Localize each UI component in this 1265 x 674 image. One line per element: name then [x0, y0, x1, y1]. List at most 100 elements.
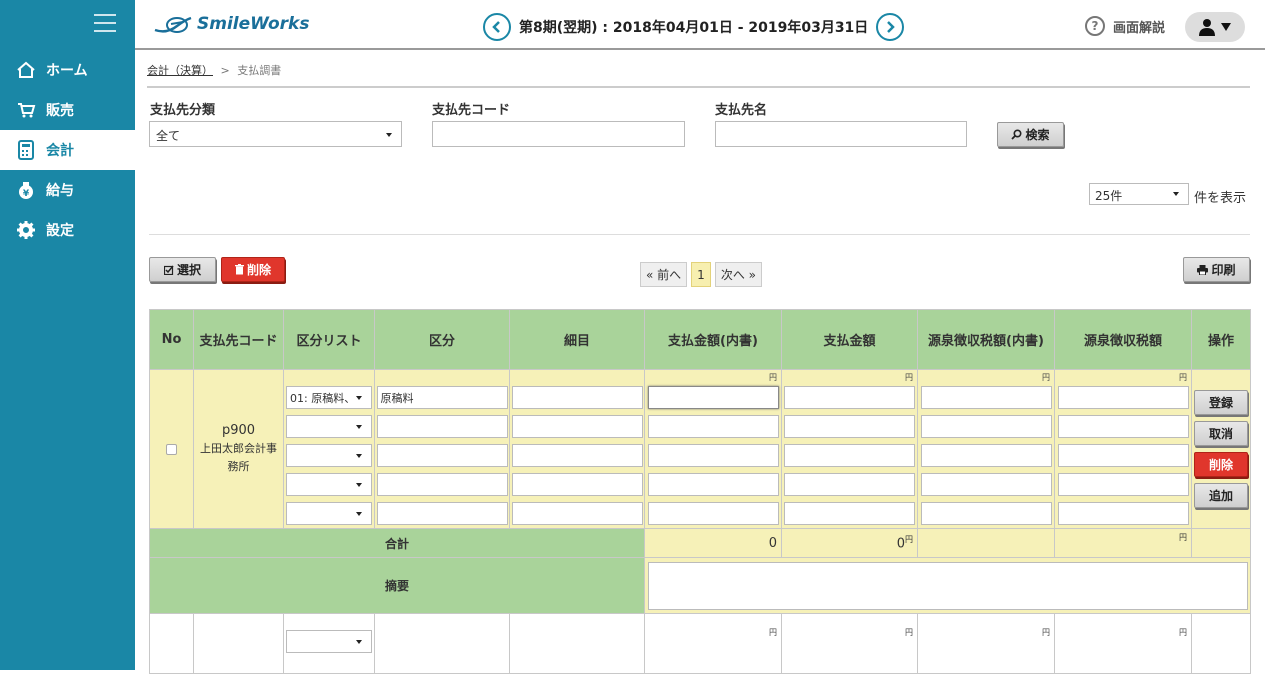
category-list-select[interactable]: 01: 原稿料、 [286, 386, 372, 409]
help-icon: ? [1085, 16, 1105, 36]
per-page-select[interactable]: 25件 [1089, 183, 1189, 205]
prev-page-button[interactable]: « 前へ [640, 262, 688, 287]
amount-input[interactable] [784, 502, 915, 525]
col-header-category-list: 区分リスト [283, 309, 375, 370]
col-header-code: 支払先コード [193, 309, 284, 370]
category-input[interactable] [376, 502, 508, 525]
yen-label: 円 [769, 373, 777, 382]
detail-input[interactable] [511, 386, 643, 409]
tax-inner-input[interactable] [920, 444, 1052, 467]
select-button[interactable]: 選択 [149, 257, 216, 282]
category-input[interactable]: 原稿料 [376, 386, 508, 409]
user-menu-button[interactable] [1185, 12, 1245, 42]
search-button[interactable]: 検索 [997, 122, 1064, 147]
tax-inner-input[interactable] [920, 415, 1052, 438]
memo-textarea[interactable] [648, 561, 1248, 610]
tax-input[interactable] [1057, 444, 1189, 467]
printer-icon [1197, 264, 1209, 275]
category-list-select[interactable] [286, 502, 372, 525]
amount-input[interactable] [784, 444, 915, 467]
app-logo[interactable]: SmileWorks [153, 12, 309, 36]
col-header-tax-inner: 源泉徴収税額(内書) [917, 309, 1055, 370]
category-list-select[interactable] [286, 473, 372, 496]
category-list-select[interactable] [286, 444, 372, 467]
menu-icon[interactable] [94, 14, 116, 32]
sidebar-item-label: 会計 [46, 143, 74, 159]
next-period-button[interactable] [876, 13, 905, 41]
yen-label: 円 [1042, 628, 1050, 637]
amount-inner-input[interactable] [647, 386, 779, 409]
total-amount: 0 [896, 536, 905, 552]
payment-record-table: No 支払先コード 区分リスト 区分 細目 支払金額(内書) 支払金額 源泉徴収… [149, 309, 1251, 674]
add-row-button[interactable]: 追加 [1194, 483, 1248, 508]
amount-inner-input[interactable] [647, 444, 779, 467]
yen-label: 円 [1179, 628, 1187, 637]
category-input[interactable] [376, 473, 508, 496]
name-filter-label: 支払先名 [715, 103, 768, 118]
category-input[interactable] [376, 444, 508, 467]
tax-inner-input[interactable] [920, 386, 1052, 409]
sidebar-nav: ホーム 販売 会計 ¥ 給与 設定 [0, 50, 135, 250]
detail-cell [509, 369, 645, 529]
sidebar-item-payroll[interactable]: ¥ 給与 [0, 170, 135, 210]
bulk-delete-button[interactable]: 削除 [221, 257, 285, 282]
detail-input[interactable] [511, 473, 643, 496]
col-header-amount-inner: 支払金額(内書) [644, 309, 782, 370]
detail-input[interactable] [511, 444, 643, 467]
tax-input[interactable] [1057, 473, 1189, 496]
sidebar: ホーム 販売 会計 ¥ 給与 設定 [0, 0, 135, 670]
register-button[interactable]: 登録 [1194, 390, 1248, 415]
caret-down-icon [356, 483, 362, 487]
category-filter-label: 支払先分類 [150, 103, 216, 118]
tax-input[interactable] [1057, 415, 1189, 438]
total-amount-cell: 0円 [781, 528, 918, 558]
row-checkbox[interactable] [166, 443, 177, 455]
category-filter-select[interactable]: 全て [149, 121, 402, 147]
help-link[interactable]: ? 画面解説 [1085, 16, 1165, 36]
sidebar-item-settings[interactable]: 設定 [0, 210, 135, 250]
amount-input[interactable] [784, 473, 915, 496]
total-tax-inner [917, 528, 1055, 558]
table-row: 円 円 円 円 [149, 613, 1251, 674]
row-checkbox-cell [149, 369, 194, 529]
tax-input[interactable] [1057, 502, 1189, 525]
period-label: 第8期(翌期) : 2018年04月01日 - 2019年03月31日 [519, 20, 869, 36]
row-checkbox-cell [149, 613, 194, 674]
amount-input[interactable] [784, 415, 915, 438]
prev-period-button[interactable] [483, 13, 511, 41]
page-1-button[interactable]: 1 [691, 262, 711, 287]
detail-input[interactable] [511, 502, 643, 525]
cancel-button[interactable]: 取消 [1194, 421, 1248, 446]
print-button[interactable]: 印刷 [1183, 257, 1250, 282]
detail-input[interactable] [511, 415, 643, 438]
total-row: 合計 0 0円 円 [149, 528, 1251, 558]
sidebar-item-sales[interactable]: 販売 [0, 90, 135, 130]
row-delete-button[interactable]: 削除 [1194, 452, 1248, 477]
sidebar-item-home[interactable]: ホーム [0, 50, 135, 90]
breadcrumb-parent-link[interactable]: 会計（決算） [147, 64, 213, 77]
help-label: 画面解説 [1113, 20, 1166, 36]
tax-input[interactable] [1057, 386, 1189, 409]
category-list-select[interactable] [286, 630, 372, 653]
code-filter-input[interactable] [432, 121, 685, 147]
category-input[interactable] [376, 415, 508, 438]
tax-inner-input[interactable] [920, 502, 1052, 525]
amount-inner-cell: 円 [644, 369, 782, 529]
user-icon [1199, 19, 1215, 36]
total-ops [1191, 528, 1251, 558]
next-page-button[interactable]: 次へ » [714, 262, 762, 287]
sidebar-item-accounting[interactable]: 会計 [0, 130, 135, 170]
home-icon [15, 59, 37, 81]
amount-inner-input[interactable] [647, 502, 779, 525]
yen-label: 円 [1179, 373, 1187, 382]
name-filter-input[interactable] [715, 121, 967, 147]
amount-inner-input[interactable] [647, 415, 779, 438]
amount-inner-input[interactable] [647, 473, 779, 496]
category-filter-value: 全て [156, 129, 181, 143]
bulk-delete-label: 削除 [246, 263, 271, 277]
category-list-select[interactable] [286, 415, 372, 438]
amount-input[interactable] [784, 386, 915, 409]
tax-inner-input[interactable] [920, 473, 1052, 496]
total-amount-inner: 0 [644, 528, 782, 558]
caret-down-icon [356, 425, 362, 429]
